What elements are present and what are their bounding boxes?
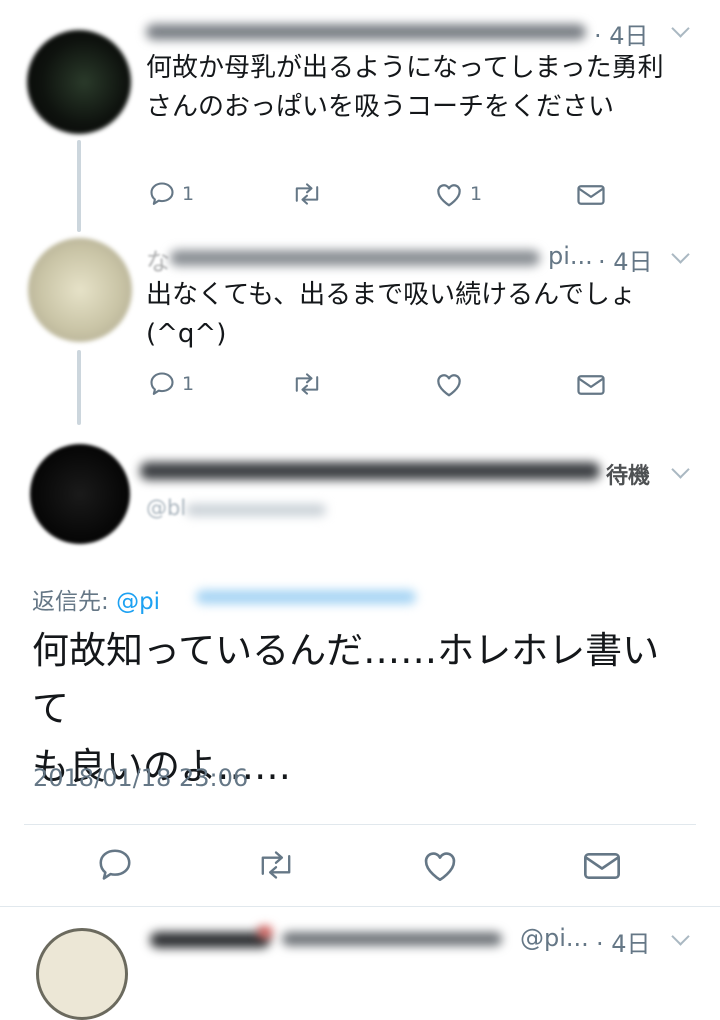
tweet-time[interactable]: · 4日 — [596, 924, 651, 959]
redacted-reply-handle — [196, 590, 416, 604]
retweet-icon — [290, 180, 324, 208]
redacted-name — [140, 462, 600, 480]
reply-button[interactable] — [96, 846, 134, 888]
tweet-text: 何故か母乳が出るようになってしまった勇利さんのおっぱいを吸うコーチをください — [146, 53, 664, 122]
avatar[interactable] — [30, 444, 130, 544]
reply-to-line: 返信先: @pi — [32, 582, 160, 616]
tweet-text: 出なくても、出るまで吸い続けるんでしょ(^q^) — [146, 280, 636, 349]
reply-button[interactable]: 1 — [148, 180, 194, 208]
user-handle[interactable]: @pi... — [520, 924, 589, 952]
redacted-name — [282, 932, 502, 946]
chevron-down-icon[interactable] — [671, 245, 690, 264]
chevron-down-icon[interactable] — [671, 19, 690, 38]
like-button[interactable]: 1 — [434, 180, 482, 208]
chevron-down-icon[interactable] — [671, 460, 690, 479]
message-button[interactable] — [576, 372, 606, 398]
like-button[interactable] — [420, 847, 460, 887]
retweet-button[interactable] — [254, 847, 298, 887]
message-icon — [576, 372, 606, 398]
reply-to-handle[interactable]: @pi — [116, 589, 160, 615]
redacted-name — [170, 250, 540, 266]
user-handle[interactable]: @bl — [146, 496, 186, 520]
thread-line — [77, 140, 81, 232]
message-button[interactable] — [582, 849, 622, 887]
chevron-down-icon[interactable] — [671, 927, 690, 946]
avatar[interactable] — [27, 30, 131, 134]
message-icon — [576, 182, 606, 208]
redacted-name — [258, 926, 272, 938]
reply-icon — [96, 849, 134, 888]
message-icon — [582, 853, 622, 887]
divider — [24, 824, 696, 825]
reply-count: 1 — [182, 373, 195, 395]
main-tweet-text-line: 何故知っているんだ……ホレホレ書いて — [32, 629, 660, 730]
divider — [0, 906, 720, 907]
like-button[interactable] — [434, 370, 470, 398]
message-button[interactable] — [576, 182, 606, 208]
retweet-icon — [254, 851, 298, 887]
redacted-handle — [186, 504, 326, 516]
user-handle[interactable]: pi... — [548, 242, 593, 270]
reply-icon — [148, 180, 176, 208]
retweet-button[interactable] — [290, 180, 330, 208]
avatar[interactable] — [36, 928, 128, 1020]
redacted-name — [150, 932, 270, 948]
like-icon — [434, 180, 464, 208]
like-icon — [434, 370, 464, 398]
thread-line — [77, 350, 81, 425]
like-icon — [420, 852, 460, 887]
user-name-partial[interactable]: 待機 — [606, 458, 650, 490]
redacted-name — [146, 24, 586, 40]
retweet-button[interactable] — [290, 370, 330, 398]
tweet-time[interactable]: · 4日 — [594, 16, 649, 51]
reply-to-label: 返信先: — [32, 589, 109, 615]
avatar[interactable] — [28, 238, 132, 342]
like-count: 1 — [470, 183, 483, 205]
reply-icon — [148, 370, 176, 398]
tweet-time[interactable]: · 4日 — [598, 242, 653, 277]
user-name-partial[interactable]: な — [146, 242, 170, 277]
retweet-icon — [290, 370, 324, 398]
tweet-timestamp[interactable]: 2018/01/18 23:06 — [33, 764, 248, 792]
reply-count: 1 — [182, 183, 195, 205]
reply-button[interactable]: 1 — [148, 370, 194, 398]
